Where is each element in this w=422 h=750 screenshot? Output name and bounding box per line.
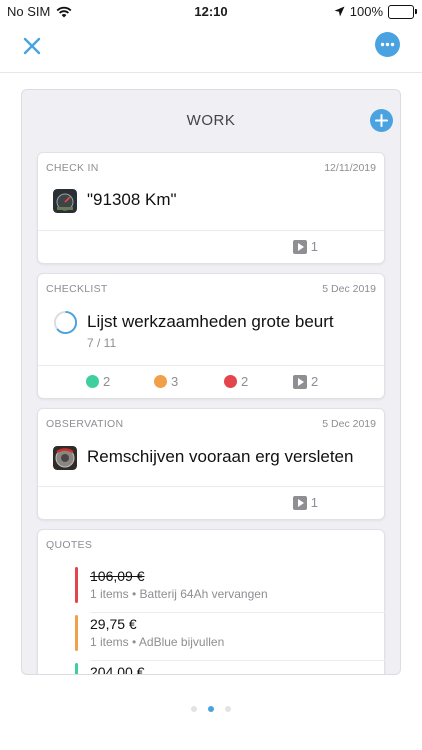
card-date: 5 Dec 2019 <box>322 418 376 430</box>
page-dot-active[interactable] <box>208 706 214 712</box>
quote-item[interactable]: 204,00 € <box>75 663 386 675</box>
card-footer: 2 3 2 2 <box>38 365 384 398</box>
failed-count-value: 2 <box>241 374 249 389</box>
play-icon <box>293 374 307 389</box>
close-icon[interactable] <box>20 34 44 58</box>
more-button[interactable] <box>375 32 400 57</box>
odometer-icon <box>53 189 77 213</box>
card-date: 5 Dec 2019 <box>322 283 376 295</box>
quote-description: 1 items • AdBlue bijvullen <box>90 635 225 649</box>
status-right: 100% <box>334 4 417 19</box>
play-icon <box>292 239 307 254</box>
card-date: 12/11/2019 <box>324 162 376 174</box>
card-type: OBSERVATION <box>46 418 124 430</box>
brake-disc-icon <box>53 446 77 470</box>
top-bar <box>0 24 422 73</box>
checklist-card[interactable]: CHECKLIST 5 Dec 2019 Lijst werkzaamheden… <box>37 273 385 399</box>
warning-count[interactable]: 3 <box>154 374 178 389</box>
status-bar-green <box>75 663 78 674</box>
location-arrow-icon <box>334 6 345 17</box>
play-icon <box>292 495 307 510</box>
checkin-card[interactable]: CHECK IN 12/11/2019 "91308 Km" 1 <box>37 152 385 264</box>
battery-percent: 100% <box>349 4 383 19</box>
quote-item[interactable]: 106,09 € 1 items • Batterij 64Ah vervang… <box>75 567 386 613</box>
add-button[interactable] <box>370 109 393 132</box>
quote-price: 106,09 € <box>90 568 145 584</box>
divider <box>90 612 386 613</box>
done-count[interactable]: 2 <box>86 374 110 389</box>
orange-dot-icon <box>154 375 167 388</box>
quote-item[interactable]: 29,75 € 1 items • AdBlue bijvullen <box>75 615 386 661</box>
media-count[interactable]: 2 <box>293 374 318 389</box>
media-count[interactable]: 1 <box>292 495 318 510</box>
card-type: QUOTES <box>46 539 93 551</box>
card-type: CHECKLIST <box>46 283 108 295</box>
quotes-card[interactable]: QUOTES 106,09 € 1 items • Batterij 64Ah … <box>37 529 386 675</box>
media-count-value: 1 <box>310 495 318 510</box>
media-count-value: 2 <box>311 374 319 389</box>
quote-price: 204,00 € <box>90 664 145 675</box>
green-dot-icon <box>86 375 99 388</box>
failed-count[interactable]: 2 <box>224 374 248 389</box>
quote-price: 29,75 € <box>90 616 137 632</box>
checklist-progress: 7 / 11 <box>87 336 117 350</box>
battery-icon <box>388 4 417 19</box>
card-footer: 1 <box>38 486 384 519</box>
plus-icon <box>375 114 388 127</box>
red-dot-icon <box>224 375 237 388</box>
warning-count-value: 3 <box>171 374 179 389</box>
quote-description: 1 items • Batterij 64Ah vervangen <box>90 587 268 601</box>
card-title: Lijst werkzaamheden grote beurt <box>87 312 334 331</box>
page-dot[interactable] <box>225 706 231 712</box>
divider <box>90 660 386 661</box>
status-bar-red <box>75 567 78 603</box>
page-dot[interactable] <box>191 706 197 712</box>
card-type: CHECK IN <box>46 162 99 174</box>
page-indicator[interactable] <box>0 706 422 712</box>
more-icon <box>380 42 395 47</box>
observation-card[interactable]: OBSERVATION 5 Dec 2019 Remschijven voora… <box>37 408 385 520</box>
card-title: "91308 Km" <box>87 190 177 209</box>
media-count[interactable]: 1 <box>292 239 318 254</box>
done-count-value: 2 <box>103 374 111 389</box>
progress-ring-icon <box>53 310 78 335</box>
work-column: WORK CHECK IN 12/11/2019 "91308 Km" 1 CH… <box>21 89 401 675</box>
status-bar-orange <box>75 615 78 651</box>
card-title: Remschijven vooraan erg versleten <box>87 447 354 466</box>
media-count-value: 1 <box>310 239 318 254</box>
status-bar: No SIM 12:10 100% <box>0 0 422 24</box>
card-footer: 1 <box>38 230 384 263</box>
column-title: WORK <box>186 112 236 129</box>
